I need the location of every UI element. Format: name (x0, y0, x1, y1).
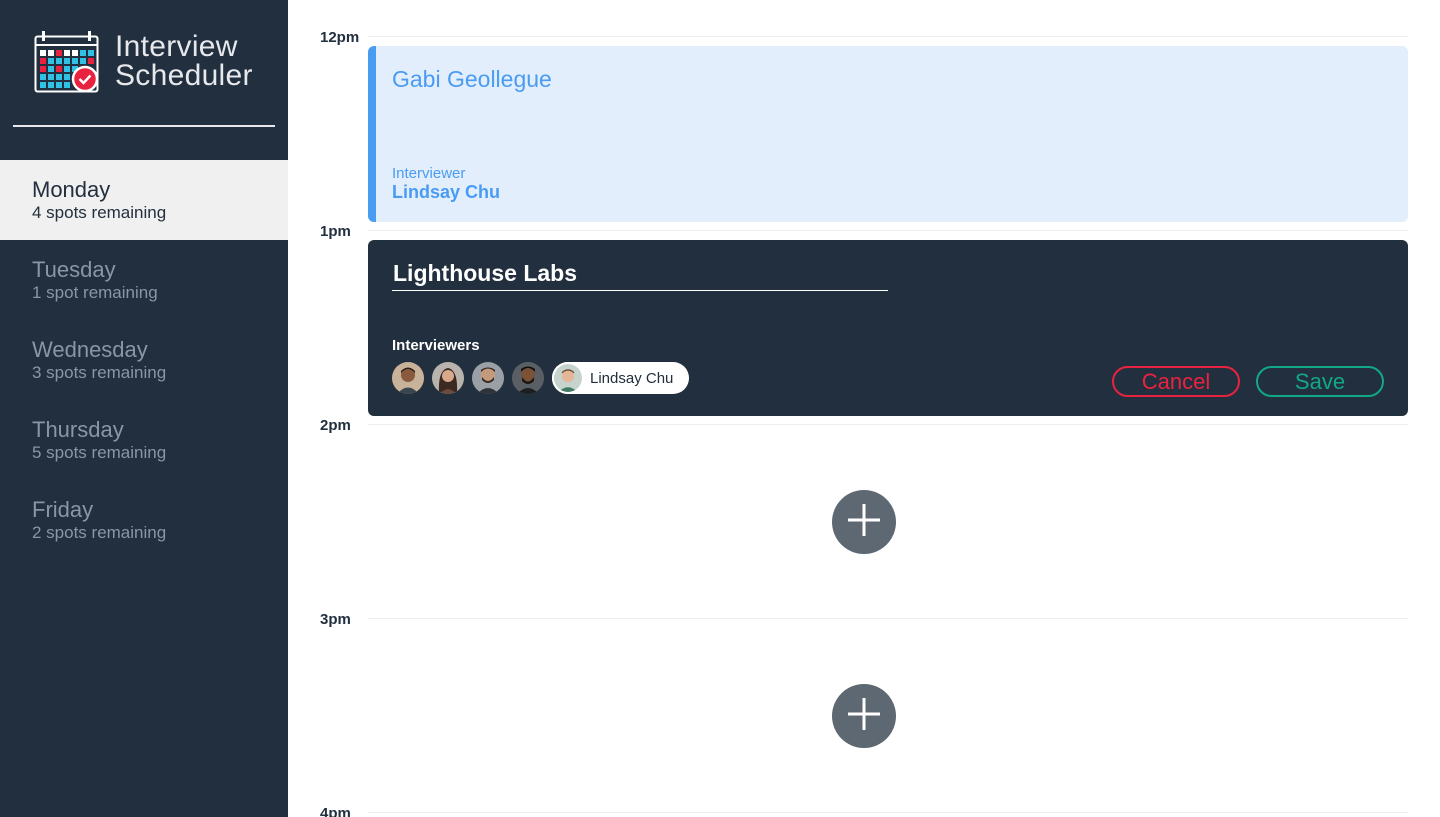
day-name: Friday (32, 497, 94, 522)
day-spots: 4 spots remaining (32, 203, 167, 222)
slot-separator (368, 424, 1408, 425)
day-name: Wednesday (32, 337, 148, 362)
appointment-slot-3pm: 3pm (288, 582, 1440, 776)
interviewers-heading: Interviewers (392, 337, 480, 354)
time-label: 12pm (320, 29, 360, 46)
day-item-monday[interactable]: Monday 4 spots remaining (0, 160, 288, 240)
calendar-check-icon (34, 30, 100, 94)
add-appointment-button[interactable] (832, 490, 896, 554)
brand: Interview Scheduler (34, 30, 252, 94)
selected-interviewer-name: Lindsay Chu (590, 369, 674, 387)
sidebar-divider (13, 125, 275, 127)
plus-icon (847, 503, 881, 542)
appointment-slot-4pm: 4pm (288, 776, 1440, 817)
student-name-input[interactable] (392, 260, 888, 291)
student-name: Gabi Geollegue (392, 66, 552, 92)
day-spots: 1 spot remaining (32, 283, 158, 302)
day-name: Tuesday (32, 257, 116, 282)
day-item-wednesday[interactable]: Wednesday 3 spots remaining (0, 320, 288, 400)
day-list: Monday 4 spots remaining Tuesday 1 spot … (0, 160, 288, 560)
time-label: 1pm (320, 223, 351, 240)
app-title-line2: Scheduler (115, 59, 253, 92)
interviewer-label: Interviewer (392, 165, 466, 182)
slot-separator (368, 812, 1408, 813)
plus-icon (847, 697, 881, 736)
appointment-slot-12pm: 12pm Gabi Geollegue Interviewer Lindsay … (288, 0, 1440, 222)
day-item-thursday[interactable]: Thursday 5 spots remaining (0, 400, 288, 480)
day-name: Monday (32, 177, 111, 202)
app-title-line1: Interview (115, 30, 238, 63)
app-title: Interview Scheduler (115, 30, 275, 92)
add-appointment-button[interactable] (832, 684, 896, 748)
sidebar: Interview Scheduler Monday 4 spots remai… (0, 0, 288, 817)
slot-separator (368, 618, 1408, 619)
day-spots: 5 spots remaining (32, 443, 167, 462)
slot-separator (368, 36, 1408, 37)
day-spots: 3 spots remaining (32, 363, 167, 382)
day-spots: 2 spots remaining (32, 523, 167, 542)
time-label: 4pm (320, 805, 351, 817)
day-item-friday[interactable]: Friday 2 spots remaining (0, 480, 288, 560)
appointment-slot-2pm: 2pm (288, 388, 1440, 582)
slot-separator (368, 230, 1408, 231)
schedule: 12pm Gabi Geollegue Interviewer Lindsay … (288, 0, 1440, 817)
day-item-tuesday[interactable]: Tuesday 1 spot remaining (0, 240, 288, 320)
day-name: Thursday (32, 417, 124, 442)
time-label: 2pm (320, 417, 351, 434)
time-label: 3pm (320, 611, 351, 628)
